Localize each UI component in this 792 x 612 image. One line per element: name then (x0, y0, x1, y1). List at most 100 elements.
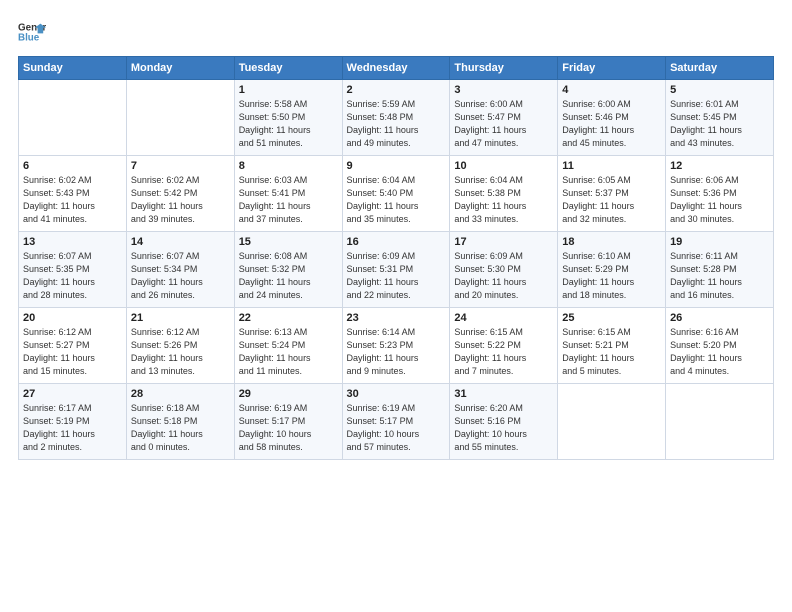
calendar-page: General Blue SundayMondayTuesdayWednesda… (0, 0, 792, 612)
day-number: 6 (23, 160, 122, 172)
day-info: Sunrise: 6:12 AM Sunset: 5:26 PM Dayligh… (131, 326, 230, 378)
day-cell: 15Sunrise: 6:08 AM Sunset: 5:32 PM Dayli… (234, 232, 342, 308)
day-cell: 2Sunrise: 5:59 AM Sunset: 5:48 PM Daylig… (342, 80, 450, 156)
day-cell (558, 384, 666, 460)
day-number: 12 (670, 160, 769, 172)
day-info: Sunrise: 6:01 AM Sunset: 5:45 PM Dayligh… (670, 98, 769, 150)
day-number: 5 (670, 84, 769, 96)
day-number: 13 (23, 236, 122, 248)
day-number: 24 (454, 312, 553, 324)
day-cell: 9 Sunrise: 6:04 AM Sunset: 5:40 PM Daylig… (342, 156, 450, 232)
week-row-4: 20 Sunrise: 6:12 AM Sunset: 5:27 PM Dayli… (19, 308, 774, 384)
calendar-table: SundayMondayTuesdayWednesdayThursdayFrid… (18, 56, 774, 460)
day-header-saturday: Saturday (666, 57, 774, 80)
week-row-5: 27 Sunrise: 6:17 AM Sunset: 5:19 PM Dayli… (19, 384, 774, 460)
day-cell: 31 Sunrise: 6:20 AM Sunset: 5:16 PM Dayli… (450, 384, 558, 460)
day-cell (19, 80, 127, 156)
day-cell: 13 Sunrise: 6:07 AM Sunset: 5:35 PM Dayli… (19, 232, 127, 308)
day-info: Sunrise: 6:14 AM Sunset: 5:23 PM Dayligh… (347, 326, 446, 378)
day-header-wednesday: Wednesday (342, 57, 450, 80)
day-info: Sunrise: 6:09 AM Sunset: 5:31 PM Dayligh… (347, 250, 446, 302)
day-cell: 1 Sunrise: 5:58 AM Sunset: 5:50 PM Daylig… (234, 80, 342, 156)
logo-icon: General Blue (18, 18, 46, 46)
day-header-tuesday: Tuesday (234, 57, 342, 80)
day-cell (666, 384, 774, 460)
day-cell: 11 Sunrise: 6:05 AM Sunset: 5:37 PM Dayli… (558, 156, 666, 232)
day-number: 20 (23, 312, 122, 324)
day-number: 25 (562, 312, 661, 324)
day-number: 26 (670, 312, 769, 324)
day-number: 14 (131, 236, 230, 248)
day-info: Sunrise: 6:06 AM Sunset: 5:36 PM Dayligh… (670, 174, 769, 226)
day-cell: 26 Sunrise: 6:16 AM Sunset: 5:20 PM Dayli… (666, 308, 774, 384)
day-info: Sunrise: 6:09 AM Sunset: 5:30 PM Dayligh… (454, 250, 553, 302)
day-info: Sunrise: 6:12 AM Sunset: 5:27 PM Dayligh… (23, 326, 122, 378)
day-info: Sunrise: 6:07 AM Sunset: 5:34 PM Dayligh… (131, 250, 230, 302)
day-number: 18 (562, 236, 661, 248)
day-info: Sunrise: 5:58 AM Sunset: 5:50 PM Dayligh… (239, 98, 338, 150)
day-info: Sunrise: 6:16 AM Sunset: 5:20 PM Dayligh… (670, 326, 769, 378)
day-info: Sunrise: 6:04 AM Sunset: 5:40 PM Dayligh… (347, 174, 446, 226)
day-cell (126, 80, 234, 156)
day-cell: 29Sunrise: 6:19 AM Sunset: 5:17 PM Dayli… (234, 384, 342, 460)
day-cell: 17 Sunrise: 6:09 AM Sunset: 5:30 PM Dayli… (450, 232, 558, 308)
day-cell: 4Sunrise: 6:00 AM Sunset: 5:46 PM Daylig… (558, 80, 666, 156)
day-number: 22 (239, 312, 338, 324)
day-cell: 7Sunrise: 6:02 AM Sunset: 5:42 PM Daylig… (126, 156, 234, 232)
day-cell: 21 Sunrise: 6:12 AM Sunset: 5:26 PM Dayli… (126, 308, 234, 384)
day-cell: 19Sunrise: 6:11 AM Sunset: 5:28 PM Dayli… (666, 232, 774, 308)
day-header-sunday: Sunday (19, 57, 127, 80)
day-number: 15 (239, 236, 338, 248)
day-info: Sunrise: 6:03 AM Sunset: 5:41 PM Dayligh… (239, 174, 338, 226)
day-cell: 8 Sunrise: 6:03 AM Sunset: 5:41 PM Daylig… (234, 156, 342, 232)
day-info: Sunrise: 6:05 AM Sunset: 5:37 PM Dayligh… (562, 174, 661, 226)
day-info: Sunrise: 6:00 AM Sunset: 5:47 PM Dayligh… (454, 98, 553, 150)
day-number: 30 (347, 388, 446, 400)
day-number: 8 (239, 160, 338, 172)
day-cell: 12 Sunrise: 6:06 AM Sunset: 5:36 PM Dayli… (666, 156, 774, 232)
day-cell: 6 Sunrise: 6:02 AM Sunset: 5:43 PM Daylig… (19, 156, 127, 232)
day-number: 27 (23, 388, 122, 400)
day-cell: 5 Sunrise: 6:01 AM Sunset: 5:45 PM Daylig… (666, 80, 774, 156)
day-info: Sunrise: 6:02 AM Sunset: 5:43 PM Dayligh… (23, 174, 122, 226)
day-info: Sunrise: 6:18 AM Sunset: 5:18 PM Dayligh… (131, 402, 230, 454)
day-number: 1 (239, 84, 338, 96)
day-info: Sunrise: 6:20 AM Sunset: 5:16 PM Dayligh… (454, 402, 553, 454)
week-row-1: 1 Sunrise: 5:58 AM Sunset: 5:50 PM Daylig… (19, 80, 774, 156)
day-info: Sunrise: 6:17 AM Sunset: 5:19 PM Dayligh… (23, 402, 122, 454)
day-cell: 23 Sunrise: 6:14 AM Sunset: 5:23 PM Dayli… (342, 308, 450, 384)
day-cell: 25Sunrise: 6:15 AM Sunset: 5:21 PM Dayli… (558, 308, 666, 384)
day-cell: 24 Sunrise: 6:15 AM Sunset: 5:22 PM Dayli… (450, 308, 558, 384)
day-number: 11 (562, 160, 661, 172)
day-info: Sunrise: 6:19 AM Sunset: 5:17 PM Dayligh… (239, 402, 338, 454)
day-number: 31 (454, 388, 553, 400)
header: General Blue (18, 18, 774, 46)
day-info: Sunrise: 6:04 AM Sunset: 5:38 PM Dayligh… (454, 174, 553, 226)
day-number: 7 (131, 160, 230, 172)
day-cell: 20 Sunrise: 6:12 AM Sunset: 5:27 PM Dayli… (19, 308, 127, 384)
day-info: Sunrise: 6:10 AM Sunset: 5:29 PM Dayligh… (562, 250, 661, 302)
day-number: 10 (454, 160, 553, 172)
day-header-monday: Monday (126, 57, 234, 80)
day-info: Sunrise: 6:15 AM Sunset: 5:22 PM Dayligh… (454, 326, 553, 378)
week-row-3: 13 Sunrise: 6:07 AM Sunset: 5:35 PM Dayli… (19, 232, 774, 308)
day-header-friday: Friday (558, 57, 666, 80)
day-cell: 16 Sunrise: 6:09 AM Sunset: 5:31 PM Dayli… (342, 232, 450, 308)
day-info: Sunrise: 6:07 AM Sunset: 5:35 PM Dayligh… (23, 250, 122, 302)
logo: General Blue (18, 18, 46, 46)
day-info: Sunrise: 6:13 AM Sunset: 5:24 PM Dayligh… (239, 326, 338, 378)
day-header-thursday: Thursday (450, 57, 558, 80)
day-number: 19 (670, 236, 769, 248)
week-row-2: 6 Sunrise: 6:02 AM Sunset: 5:43 PM Daylig… (19, 156, 774, 232)
day-cell: 27 Sunrise: 6:17 AM Sunset: 5:19 PM Dayli… (19, 384, 127, 460)
day-number: 17 (454, 236, 553, 248)
day-cell: 28 Sunrise: 6:18 AM Sunset: 5:18 PM Dayli… (126, 384, 234, 460)
day-cell: 3Sunrise: 6:00 AM Sunset: 5:47 PM Daylig… (450, 80, 558, 156)
day-number: 28 (131, 388, 230, 400)
day-number: 23 (347, 312, 446, 324)
day-number: 2 (347, 84, 446, 96)
day-number: 9 (347, 160, 446, 172)
day-number: 21 (131, 312, 230, 324)
day-number: 16 (347, 236, 446, 248)
day-cell: 22 Sunrise: 6:13 AM Sunset: 5:24 PM Dayli… (234, 308, 342, 384)
